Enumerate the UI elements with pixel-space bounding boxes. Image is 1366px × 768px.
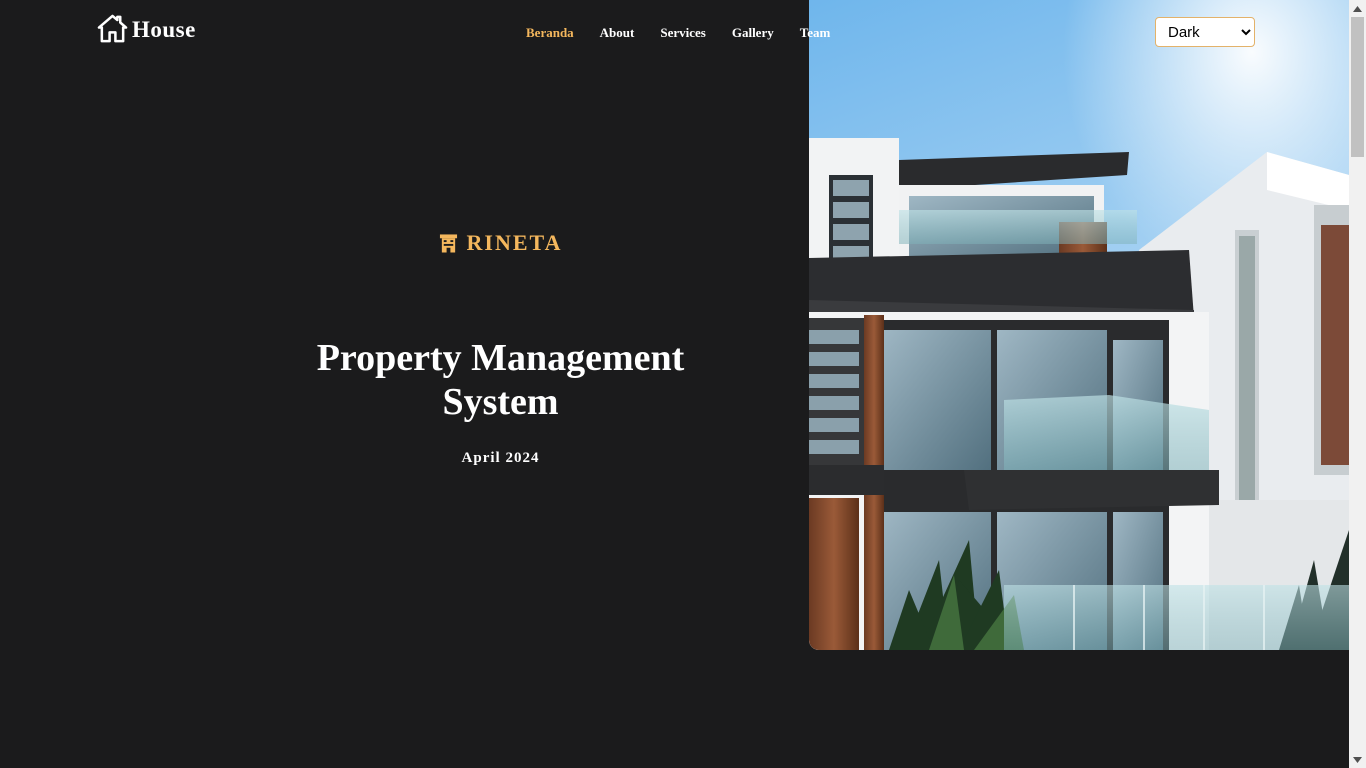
brand-name: House — [132, 17, 196, 42]
hero-date: April 2024 — [461, 450, 540, 466]
nav-item-beranda: Beranda — [526, 24, 574, 42]
main-nav: Beranda About Services Gallery Team — [526, 24, 830, 42]
hero-house-image — [809, 0, 1349, 650]
scrollbar-thumb[interactable] — [1351, 17, 1364, 157]
hero-title: Property Management System — [316, 337, 685, 423]
tagline-text: RINETA — [466, 230, 563, 255]
nav-item-about: About — [600, 24, 635, 42]
hero-tagline: RINETA — [0, 230, 1001, 256]
scroll-down-arrow-icon[interactable] — [1349, 751, 1366, 768]
scroll-up-arrow-icon[interactable] — [1349, 0, 1366, 17]
nav-link-about[interactable]: About — [600, 25, 635, 40]
nav-link-services[interactable]: Services — [660, 25, 705, 40]
vertical-scrollbar[interactable] — [1349, 0, 1366, 768]
theme-select[interactable]: Dark — [1155, 17, 1255, 47]
brand-logo[interactable]: House — [97, 13, 196, 44]
nav-item-team: Team — [800, 24, 831, 42]
building-icon — [439, 234, 457, 253]
nav-item-gallery: Gallery — [732, 24, 774, 42]
nav-link-gallery[interactable]: Gallery — [732, 25, 774, 40]
nav-link-team[interactable]: Team — [800, 25, 831, 40]
nav-link-beranda[interactable]: Beranda — [526, 25, 574, 40]
house-icon — [97, 14, 128, 43]
nav-item-services: Services — [660, 24, 705, 42]
page: House Beranda About Services Gallery Tea… — [0, 0, 1366, 768]
